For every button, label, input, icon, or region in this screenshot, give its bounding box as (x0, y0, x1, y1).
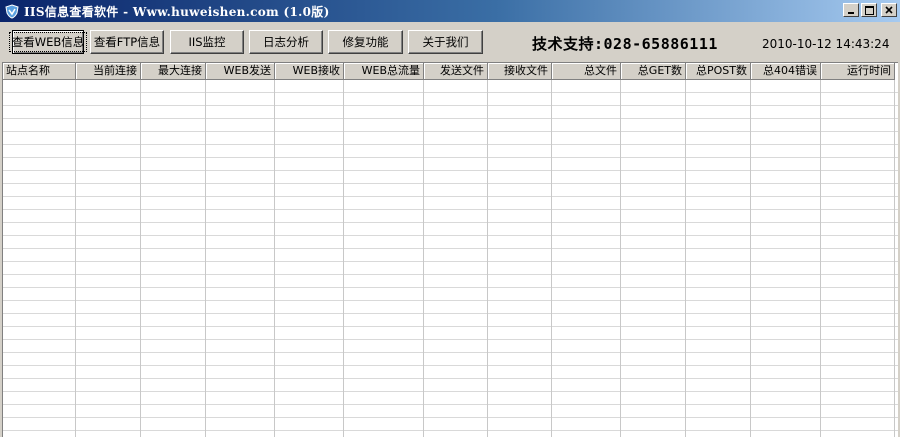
column-divider (894, 80, 895, 437)
column-divider (343, 80, 344, 437)
column-divider (820, 80, 821, 437)
column-header[interactable]: 发送文件 (424, 63, 488, 80)
log-analysis-button[interactable]: 日志分析 (249, 30, 323, 54)
column-divider (620, 80, 621, 437)
button-label: 查看WEB信息 (8, 32, 88, 52)
column-header[interactable]: WEB接收 (275, 63, 344, 80)
tech-support-phone: 技术支持:028-65886111 (532, 35, 718, 53)
button-label: 修复功能 (342, 35, 389, 49)
button-label: 查看FTP信息 (93, 35, 161, 49)
column-header[interactable]: 运行时间 (821, 63, 895, 80)
column-divider (423, 80, 424, 437)
view-web-info-button[interactable]: 查看WEB信息 (8, 30, 88, 54)
button-label: 关于我们 (422, 35, 469, 49)
window-title: IIS信息查看软件 - Www.huweishen.com (1.0版) (24, 4, 330, 19)
button-label: IIS监控 (188, 35, 226, 49)
table-header: 站点名称 当前连接 最大连接 WEB发送 WEB接收 WEB总流量 发送文件 接… (3, 63, 898, 80)
column-divider (140, 80, 141, 437)
column-header[interactable]: 最大连接 (141, 63, 206, 80)
column-divider (487, 80, 488, 437)
button-label: 日志分析 (263, 35, 309, 49)
column-divider (75, 80, 76, 437)
web-info-table[interactable]: 站点名称 当前连接 最大连接 WEB发送 WEB接收 WEB总流量 发送文件 接… (2, 62, 898, 437)
repair-button[interactable]: 修复功能 (328, 30, 403, 54)
column-divider (750, 80, 751, 437)
view-ftp-info-button[interactable]: 查看FTP信息 (90, 30, 164, 54)
column-header[interactable]: 当前连接 (76, 63, 141, 80)
column-divider (551, 80, 552, 437)
iis-monitor-button[interactable]: IIS监控 (170, 30, 244, 54)
column-header[interactable]: 总POST数 (686, 63, 751, 80)
current-datetime: 2010-10-12 14:43:24 (762, 37, 890, 51)
column-header[interactable]: 总404错误 (751, 63, 821, 80)
column-divider (685, 80, 686, 437)
title-bar: IIS信息查看软件 - Www.huweishen.com (1.0版) (0, 0, 900, 22)
close-icon[interactable] (881, 3, 897, 17)
column-header[interactable]: 总GET数 (621, 63, 686, 80)
minimize-icon[interactable] (843, 3, 859, 17)
column-header[interactable]: 站点名称 (3, 63, 76, 80)
column-header[interactable]: 接收文件 (488, 63, 552, 80)
column-header[interactable]: 总文件 (552, 63, 621, 80)
column-divider (205, 80, 206, 437)
about-us-button[interactable]: 关于我们 (408, 30, 483, 54)
table-body[interactable] (3, 80, 898, 437)
shield-icon (4, 3, 20, 19)
column-header[interactable]: WEB发送 (206, 63, 275, 80)
column-divider (274, 80, 275, 437)
maximize-icon[interactable] (861, 3, 877, 17)
column-header[interactable]: WEB总流量 (344, 63, 424, 80)
